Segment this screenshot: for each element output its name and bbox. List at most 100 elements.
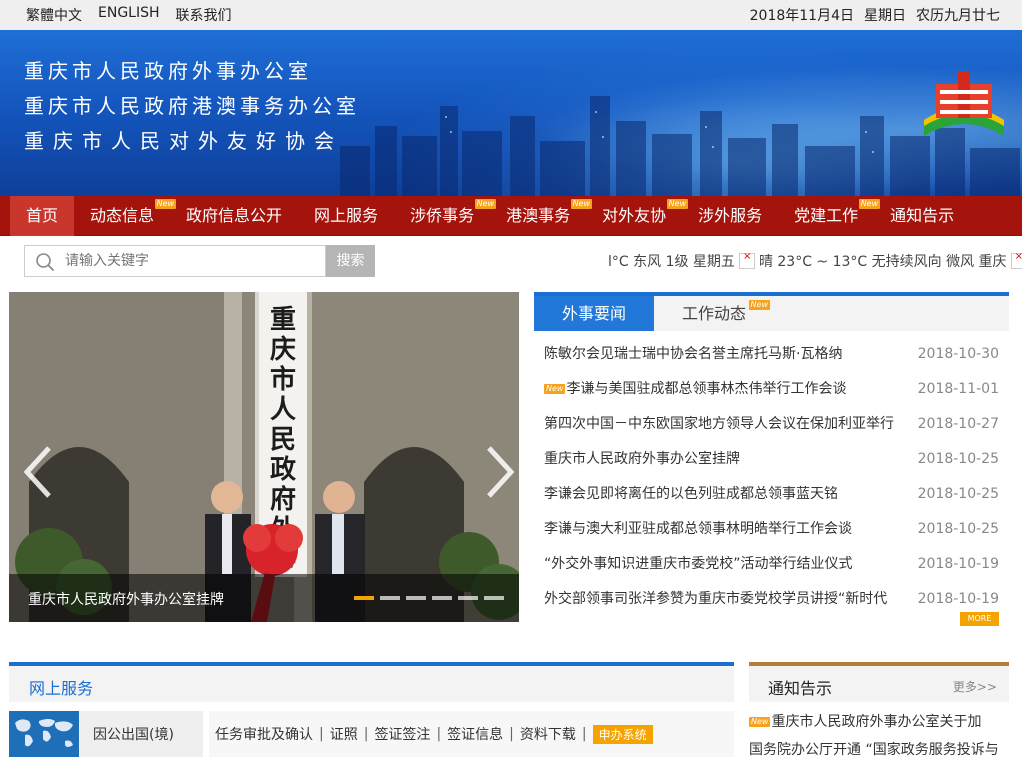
news-title: 李谦与美国驻成都总领事林杰伟举行工作会谈 xyxy=(566,381,847,397)
news-date: 2018-10-30 xyxy=(917,346,999,362)
english-link[interactable]: ENGLISH xyxy=(98,5,160,25)
notice-item[interactable]: New 重庆市人民政府外事办公室关于加 xyxy=(749,708,1011,736)
main-navigation: 首页 动态信息 New 政府信息公开 网上服务 涉侨事务 New 港澳事务 New 对… xyxy=(0,196,1022,236)
tab-label: 外事要闻 xyxy=(561,304,626,323)
office-title-foreign-affairs: 重庆市人民政府外事办公室 xyxy=(24,59,312,83)
search-box xyxy=(24,245,326,277)
slide-dot[interactable] xyxy=(380,596,400,600)
new-badge: New xyxy=(748,300,770,310)
news-title[interactable]: 李谦与澳大利亚驻成都总领事林明皓举行工作会谈 xyxy=(544,512,904,547)
news-title[interactable]: “外交外事知识进重庆市委党校”活动举行结业仪式 xyxy=(544,547,904,582)
slide-dot[interactable] xyxy=(354,596,374,600)
service-link[interactable]: 签证签注 xyxy=(374,724,430,744)
news-item[interactable]: New 李谦与美国驻成都总领事林杰伟举行工作会谈 2018-11-01 xyxy=(544,372,999,407)
traditional-chinese-link[interactable]: 繁體中文 xyxy=(26,5,82,25)
nav-label: 首页 xyxy=(26,206,59,225)
service-link[interactable]: 任务审批及确认 xyxy=(215,724,313,744)
slide-caption[interactable]: 重庆市人民政府外事办公室挂牌 xyxy=(28,589,224,609)
notice-title: 国务院办公厅开通 “国家政务服务投诉与 xyxy=(749,742,999,758)
weather-text-2: 晴 23°C ~ 13°C 无持续风向 微风 重庆 xyxy=(758,254,1007,270)
slide-prev-icon[interactable] xyxy=(19,442,59,502)
news-more-button[interactable]: MORE xyxy=(960,612,999,626)
contact-us-link[interactable]: 联系我们 xyxy=(176,5,232,25)
nav-label: 网上服务 xyxy=(314,206,379,225)
news-title-wrap[interactable]: New 李谦与美国驻成都总领事林杰伟举行工作会谈 xyxy=(544,372,904,407)
news-date: 2018-10-25 xyxy=(917,451,999,467)
news-title[interactable]: 李谦会见即将离任的以色列驻成都总领事蓝天铭 xyxy=(544,477,904,512)
news-item[interactable]: 李谦会见即将离任的以色列驻成都总领事蓝天铭 2018-10-25 xyxy=(544,477,999,512)
service-links: 任务审批及确认 | 证照 | 签证签注 | 签证信息 | 资料下载 | 申办系统 xyxy=(209,711,734,757)
news-item[interactable]: 陈敏尔会见瑞士瑞中协会名誉主席托马斯·瓦格纳 2018-10-30 xyxy=(544,337,999,372)
nav-item-party-building[interactable]: 党建工作 New xyxy=(778,196,881,236)
nav-label: 动态信息 xyxy=(90,206,155,225)
nav-label: 党建工作 xyxy=(794,206,859,225)
nav-item-hk-macao[interactable]: 港澳事务 New xyxy=(490,196,593,236)
svg-text:人: 人 xyxy=(270,395,296,425)
application-system-button[interactable]: 申办系统 xyxy=(592,724,653,744)
news-slideshow[interactable]: 重庆市 人民政 府外事 重庆市人民政府外事办公室挂牌 xyxy=(9,292,519,622)
svg-text:市: 市 xyxy=(270,364,296,395)
slide-dot[interactable] xyxy=(406,596,426,600)
search-input[interactable] xyxy=(65,250,315,272)
nav-item-gov-info[interactable]: 政府信息公开 xyxy=(170,196,298,236)
news-title[interactable]: 第四次中国－中东欧国家地方领导人会议在保加利亚举行 xyxy=(544,407,904,442)
emblem-logo-icon[interactable] xyxy=(918,70,1010,142)
nav-label: 涉外服务 xyxy=(698,206,763,225)
news-title[interactable]: 外交部领事司张洋参赞为重庆市委党校学员讲授“新时代 xyxy=(544,582,904,617)
slide-next-icon[interactable] xyxy=(479,442,519,502)
nav-item-online-services[interactable]: 网上服务 xyxy=(298,196,394,236)
online-services-header: 网上服务 xyxy=(9,662,734,702)
online-services-title[interactable]: 网上服务 xyxy=(29,675,93,699)
header-banner: 重庆市人民政府外事办公室 重庆市人民政府港澳事务办公室 重庆市人民对外友好协会 xyxy=(0,30,1022,196)
nav-item-foreign-services[interactable]: 涉外服务 xyxy=(682,196,778,236)
nav-item-news[interactable]: 动态信息 New xyxy=(74,196,177,236)
search-button[interactable]: 搜索 xyxy=(326,245,375,277)
search-icon xyxy=(36,253,55,272)
tab-work-updates[interactable]: 工作动态 New xyxy=(654,296,774,331)
slide-photo: 重庆市 人民政 府外事 xyxy=(9,292,519,622)
service-link[interactable]: 签证信息 xyxy=(447,724,503,744)
slide-dot[interactable] xyxy=(432,596,452,600)
slide-pager xyxy=(354,596,504,600)
nav-label: 涉侨事务 xyxy=(410,206,475,225)
news-item[interactable]: 第四次中国－中东欧国家地方领导人会议在保加利亚举行 2018-10-27 xyxy=(544,407,999,442)
news-item[interactable]: 外交部领事司张洋参赞为重庆市委党校学员讲授“新时代 2018-10-19 xyxy=(544,582,999,617)
notice-item[interactable]: 国务院办公厅开通 “国家政务服务投诉与 xyxy=(749,736,1011,764)
notices-title: 通知告示 xyxy=(768,679,833,698)
service-link[interactable]: 证照 xyxy=(330,724,358,744)
new-badge: New xyxy=(544,384,566,394)
svg-text:庆: 庆 xyxy=(270,334,296,365)
nav-label: 对外友协 xyxy=(602,206,667,225)
office-title-friendship: 重庆市人民对外友好协会 xyxy=(24,129,343,153)
nav-item-home[interactable]: 首页 xyxy=(10,196,75,236)
news-item[interactable]: “外交外事知识进重庆市委党校”活动举行结业仪式 2018-10-19 xyxy=(544,547,999,582)
news-item[interactable]: 李谦与澳大利亚驻成都总领事林明皓举行工作会谈 2018-10-25 xyxy=(544,512,999,547)
tab-foreign-affairs-news[interactable]: 外事要闻 xyxy=(534,296,654,331)
nav-item-notices[interactable]: 通知告示 xyxy=(874,196,970,236)
online-services-section: 网上服务 因公出国(境) 任务审批及确认 | 证照 | 签证签注 | 签证信息 | 资料… xyxy=(9,662,734,761)
city-skyline-image xyxy=(340,96,1020,196)
nav-item-overseas-chinese[interactable]: 涉侨事务 New xyxy=(394,196,497,236)
news-date: 2018-11-01 xyxy=(917,381,999,397)
slide-dot[interactable] xyxy=(484,596,504,600)
notices-more-link[interactable]: 更多>> xyxy=(953,678,997,695)
news-item[interactable]: 重庆市人民政府外事办公室挂牌 2018-10-25 xyxy=(544,442,999,477)
nav-item-friendship[interactable]: 对外友协 New xyxy=(586,196,689,236)
lunar-date: 农历九月廿七 xyxy=(916,8,1000,24)
news-title[interactable]: 陈敏尔会见瑞士瑞中协会名誉主席托马斯·瓦格纳 xyxy=(544,337,904,372)
weather-text-1: l°C 东风 1级 星期五 xyxy=(608,254,735,270)
slide-dot[interactable] xyxy=(458,596,478,600)
nav-label: 政府信息公开 xyxy=(186,206,283,225)
svg-text:政: 政 xyxy=(270,454,296,485)
outbound-travel-tile[interactable]: 因公出国(境) xyxy=(9,711,203,757)
tab-label: 工作动态 xyxy=(681,304,746,323)
news-date: 2018-10-27 xyxy=(917,416,999,432)
service-link[interactable]: 资料下载 xyxy=(520,724,576,744)
nav-label: 港澳事务 xyxy=(506,206,571,225)
separator: | xyxy=(581,726,587,742)
news-date: 2018-10-25 xyxy=(917,521,999,537)
news-list: 陈敏尔会见瑞士瑞中协会名誉主席托马斯·瓦格纳 2018-10-30 New 李谦与美… xyxy=(544,337,999,617)
news-title[interactable]: 重庆市人民政府外事办公室挂牌 xyxy=(544,442,904,477)
weather-ticker: l°C 东风 1级 星期五 晴 23°C ~ 13°C 无持续风向 微风 重庆 xyxy=(608,251,1022,271)
date-display: 2018年11月4日 星期日 农历九月廿七 xyxy=(750,5,1000,25)
